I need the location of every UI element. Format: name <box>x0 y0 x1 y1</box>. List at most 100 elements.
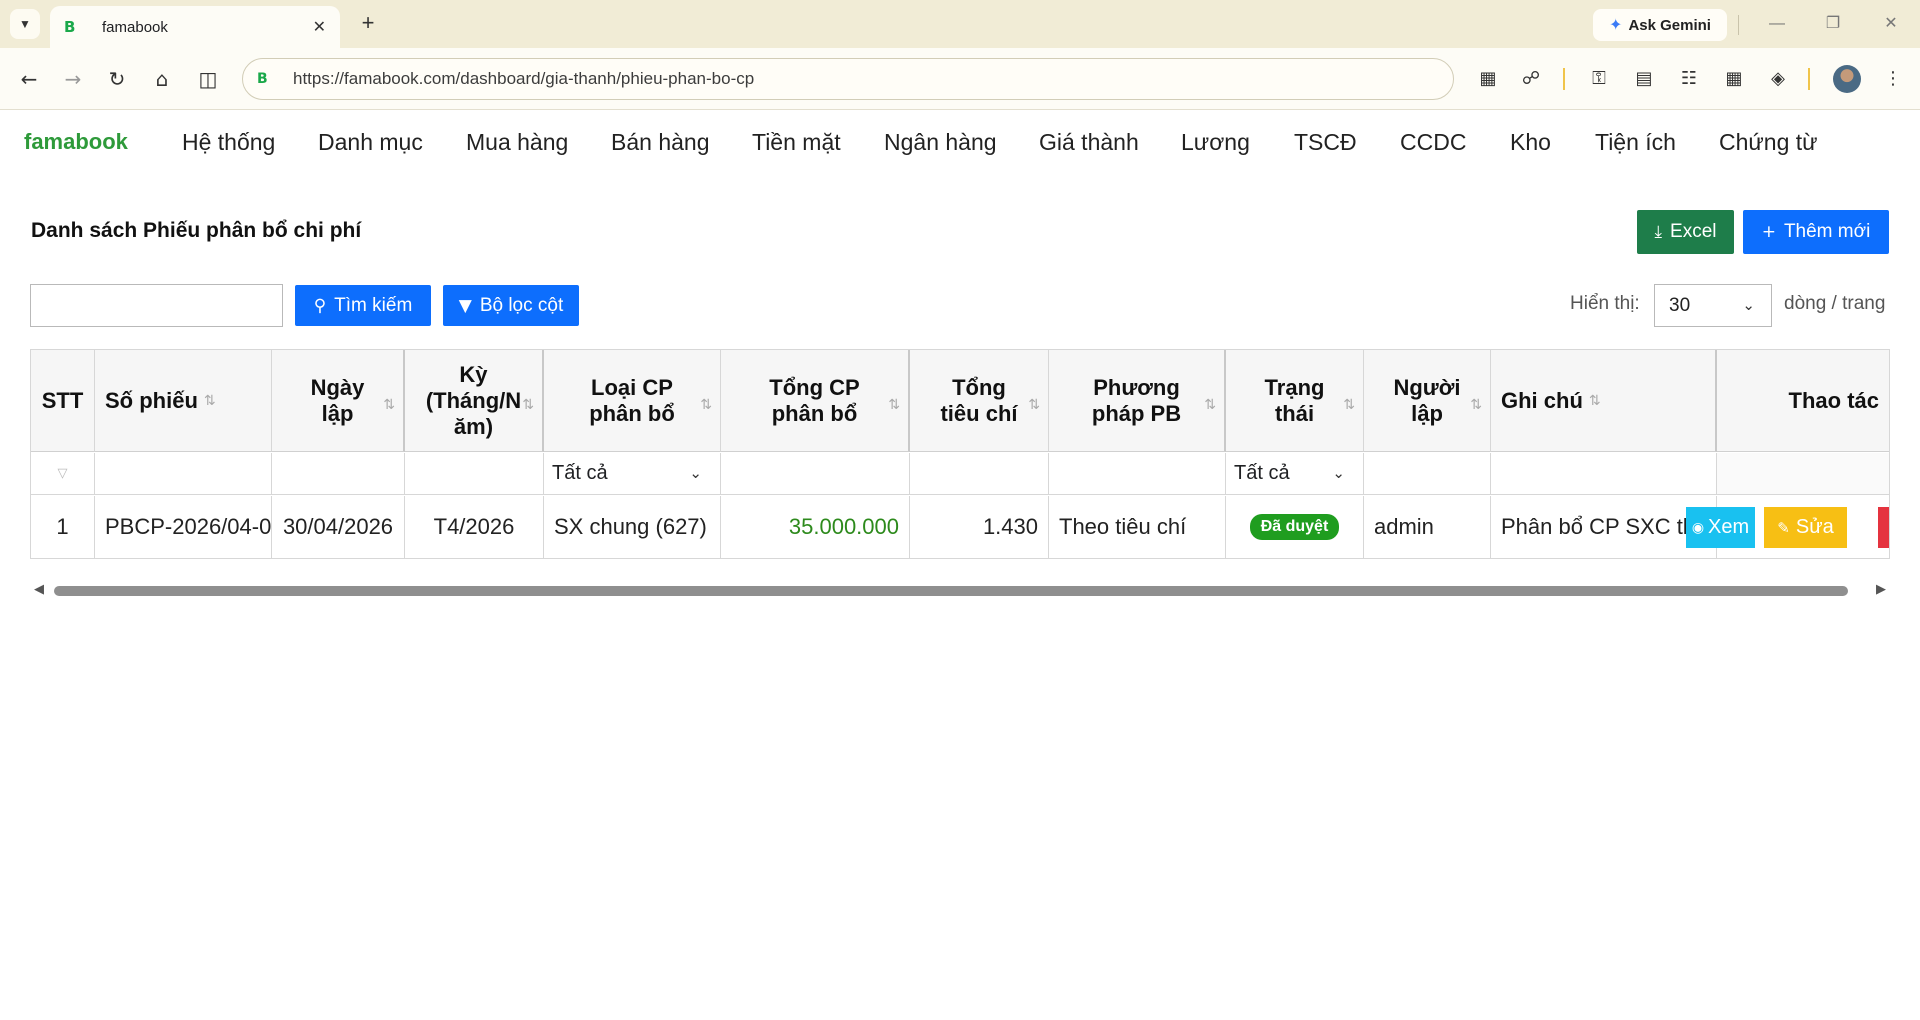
scroll-left-arrow-icon[interactable]: ◀ <box>34 582 44 597</box>
menu-chung-tu[interactable]: Chứng từ <box>1719 129 1818 156</box>
menu-ban-hang[interactable]: Bán hàng <box>611 129 709 156</box>
sort-icon[interactable]: ⇅ <box>204 388 216 414</box>
menu-tscd[interactable]: TSCĐ <box>1294 129 1357 156</box>
funnel-filter-icon: ▼ <box>458 295 472 316</box>
filter-stt[interactable]: ▽ <box>31 453 95 495</box>
header-trang-thai[interactable]: Trạng thái ⇅ <box>1226 350 1364 452</box>
menu-ngan-hang[interactable]: Ngân hàng <box>884 129 997 156</box>
ask-gemini-button[interactable]: ✦ Ask Gemini <box>1593 9 1727 41</box>
qr-code-icon[interactable]: ▦ <box>1473 64 1503 94</box>
sort-icon[interactable]: ⇅ <box>1204 392 1216 418</box>
address-bar[interactable]: B https://famabook.com/dashboard/gia-tha… <box>242 58 1454 100</box>
sort-icon[interactable]: ⇅ <box>1589 388 1601 414</box>
page-size-select[interactable]: 30 ⌄ <box>1654 284 1772 327</box>
split-view-icon[interactable]: ◫ <box>193 64 223 94</box>
menu-luong[interactable]: Lương <box>1181 129 1250 156</box>
filter-tong-tieu-chi[interactable] <box>910 453 1049 495</box>
eye-icon: ◉ <box>1691 519 1705 536</box>
password-key-icon[interactable]: ⚿ <box>1584 64 1614 94</box>
tab-search-chevron-icon[interactable]: ▼ <box>10 9 40 39</box>
table-row-nguoi-lap: admin <box>1364 496 1491 558</box>
download-icon: ⤓ <box>1654 222 1663 242</box>
incognito-icon[interactable]: ◈ <box>1763 64 1793 94</box>
table-row-stt: 1 <box>31 496 95 558</box>
header-ngay-lap[interactable]: Ngày lập ⇅ <box>272 350 405 452</box>
funnel-icon: ▽ <box>57 466 68 481</box>
menu-gia-thanh[interactable]: Giá thành <box>1039 129 1139 156</box>
header-phuong-phap[interactable]: Phương pháp PB ⇅ <box>1049 350 1226 452</box>
home-icon[interactable]: ⌂ <box>147 64 177 94</box>
brand-logo[interactable]: famabook <box>24 129 128 155</box>
site-info-icon[interactable]: B <box>257 71 273 87</box>
browser-tab[interactable]: B famabook ✕ <box>50 6 340 48</box>
delete-button[interactable] <box>1878 507 1889 548</box>
header-thao-tac: Thao tác <box>1717 350 1889 452</box>
excel-export-button[interactable]: ⤓ Excel <box>1637 210 1734 254</box>
header-ghi-chu[interactable]: Ghi chú ⇅ <box>1491 350 1717 452</box>
column-filter-label: Bộ lọc cột <box>479 294 564 316</box>
close-window-icon[interactable]: ✕ <box>1876 12 1906 36</box>
filter-phuong-phap[interactable] <box>1049 453 1226 495</box>
sort-icon[interactable]: ⇅ <box>700 392 712 418</box>
scrollbar-thumb[interactable] <box>54 586 1848 596</box>
menu-he-thong[interactable]: Hệ thống <box>182 129 275 156</box>
filter-trang-thai-select[interactable]: Tất cả ⌄ <box>1226 453 1364 495</box>
minimize-window-icon[interactable]: — <box>1762 12 1792 36</box>
chevron-down-icon: ⌄ <box>1742 296 1755 314</box>
header-tong-tieu-chi[interactable]: Tổng tiêu chí ⇅ <box>910 350 1049 452</box>
extensions-puzzle-icon[interactable]: ☍ <box>1516 64 1546 94</box>
restore-window-icon[interactable]: ❐ <box>1818 12 1848 36</box>
profile-avatar[interactable] <box>1833 65 1861 93</box>
header-nguoi-lap[interactable]: Người lập ⇅ <box>1364 350 1491 452</box>
tab-groups-table-icon[interactable]: ▦ <box>1719 64 1749 94</box>
new-tab-button[interactable]: + <box>354 10 382 38</box>
forward-arrow-icon[interactable]: → <box>58 64 88 94</box>
header-tong-cp[interactable]: Tổng CP phân bổ ⇅ <box>721 350 910 452</box>
edit-button[interactable]: ✎ Sửa <box>1764 507 1847 548</box>
app-navbar: famabook Hệ thống Danh mục Mua hàng Bán … <box>0 111 1920 175</box>
sort-icon[interactable]: ⇅ <box>1028 392 1040 418</box>
sort-icon[interactable]: ⇅ <box>522 392 534 418</box>
menu-tien-mat[interactable]: Tiền mặt <box>752 129 841 156</box>
tab-favicon-icon: B <box>64 18 76 36</box>
view-button[interactable]: ◉ Xem <box>1686 507 1755 548</box>
filter-so-phieu[interactable] <box>95 453 272 495</box>
reading-mode-book-icon[interactable]: ☷ <box>1674 64 1704 94</box>
header-ky[interactable]: Kỳ (Tháng/N ăm) ⇅ <box>405 350 544 452</box>
menu-kho[interactable]: Kho <box>1510 129 1551 156</box>
edit-label: Sửa <box>1795 516 1834 538</box>
search-button[interactable]: ⚲ Tìm kiếm <box>295 285 431 326</box>
menu-ccdc[interactable]: CCDC <box>1400 129 1466 156</box>
search-input[interactable] <box>30 284 283 327</box>
tab-close-icon[interactable]: ✕ <box>313 17 326 37</box>
filter-tong-cp[interactable] <box>721 453 910 495</box>
filter-loai-cp-select[interactable]: Tất cả ⌄ <box>544 453 721 495</box>
filter-ky[interactable] <box>405 453 544 495</box>
filter-nguoi-lap[interactable] <box>1364 453 1491 495</box>
header-stt[interactable]: STT <box>31 350 95 452</box>
scroll-right-arrow-icon[interactable]: ▶ <box>1876 582 1886 597</box>
sort-icon[interactable]: ⇅ <box>383 392 395 418</box>
back-arrow-icon[interactable]: ← <box>14 64 44 94</box>
allocation-table: STT Số phiếu ⇅ Ngày lập ⇅ Kỳ (Tháng/N ăm) ⇅… <box>30 349 1890 559</box>
menu-tien-ich[interactable]: Tiện ích <box>1595 129 1676 156</box>
menu-danh-muc[interactable]: Danh mục <box>318 129 423 156</box>
add-new-button[interactable]: + Thêm mới <box>1743 210 1889 254</box>
column-filter-button[interactable]: ▼ Bộ lọc cột <box>443 285 579 326</box>
reload-icon[interactable]: ↻ <box>102 64 132 94</box>
sort-icon[interactable]: ⇅ <box>888 392 900 418</box>
sort-icon[interactable]: ⇅ <box>1470 392 1482 418</box>
per-page-label: dòng / trang <box>1784 293 1886 314</box>
table-horizontal-scrollbar[interactable]: ◀ ▶ <box>30 580 1890 602</box>
menu-mua-hang[interactable]: Mua hàng <box>466 129 568 156</box>
filter-ngay-lap[interactable] <box>272 453 405 495</box>
sort-icon[interactable]: ⇅ <box>1343 392 1355 418</box>
gemini-sparkle-icon: ✦ <box>1609 17 1623 34</box>
browser-menu-kebab-icon[interactable]: ⋮ <box>1878 64 1908 94</box>
filter-ghi-chu[interactable] <box>1491 453 1717 495</box>
header-loai-cp[interactable]: Loại CP phân bổ ⇅ <box>544 350 721 452</box>
browser-tabstrip: ▼ B famabook ✕ + ✦ Ask Gemini — ❐ ✕ <box>0 0 1920 48</box>
header-so-phieu[interactable]: Số phiếu ⇅ <box>95 350 272 452</box>
table-row-ghi-chu: Phân bổ CP SXC thán <box>1491 496 1717 558</box>
payment-card-icon[interactable]: ▤ <box>1629 64 1659 94</box>
